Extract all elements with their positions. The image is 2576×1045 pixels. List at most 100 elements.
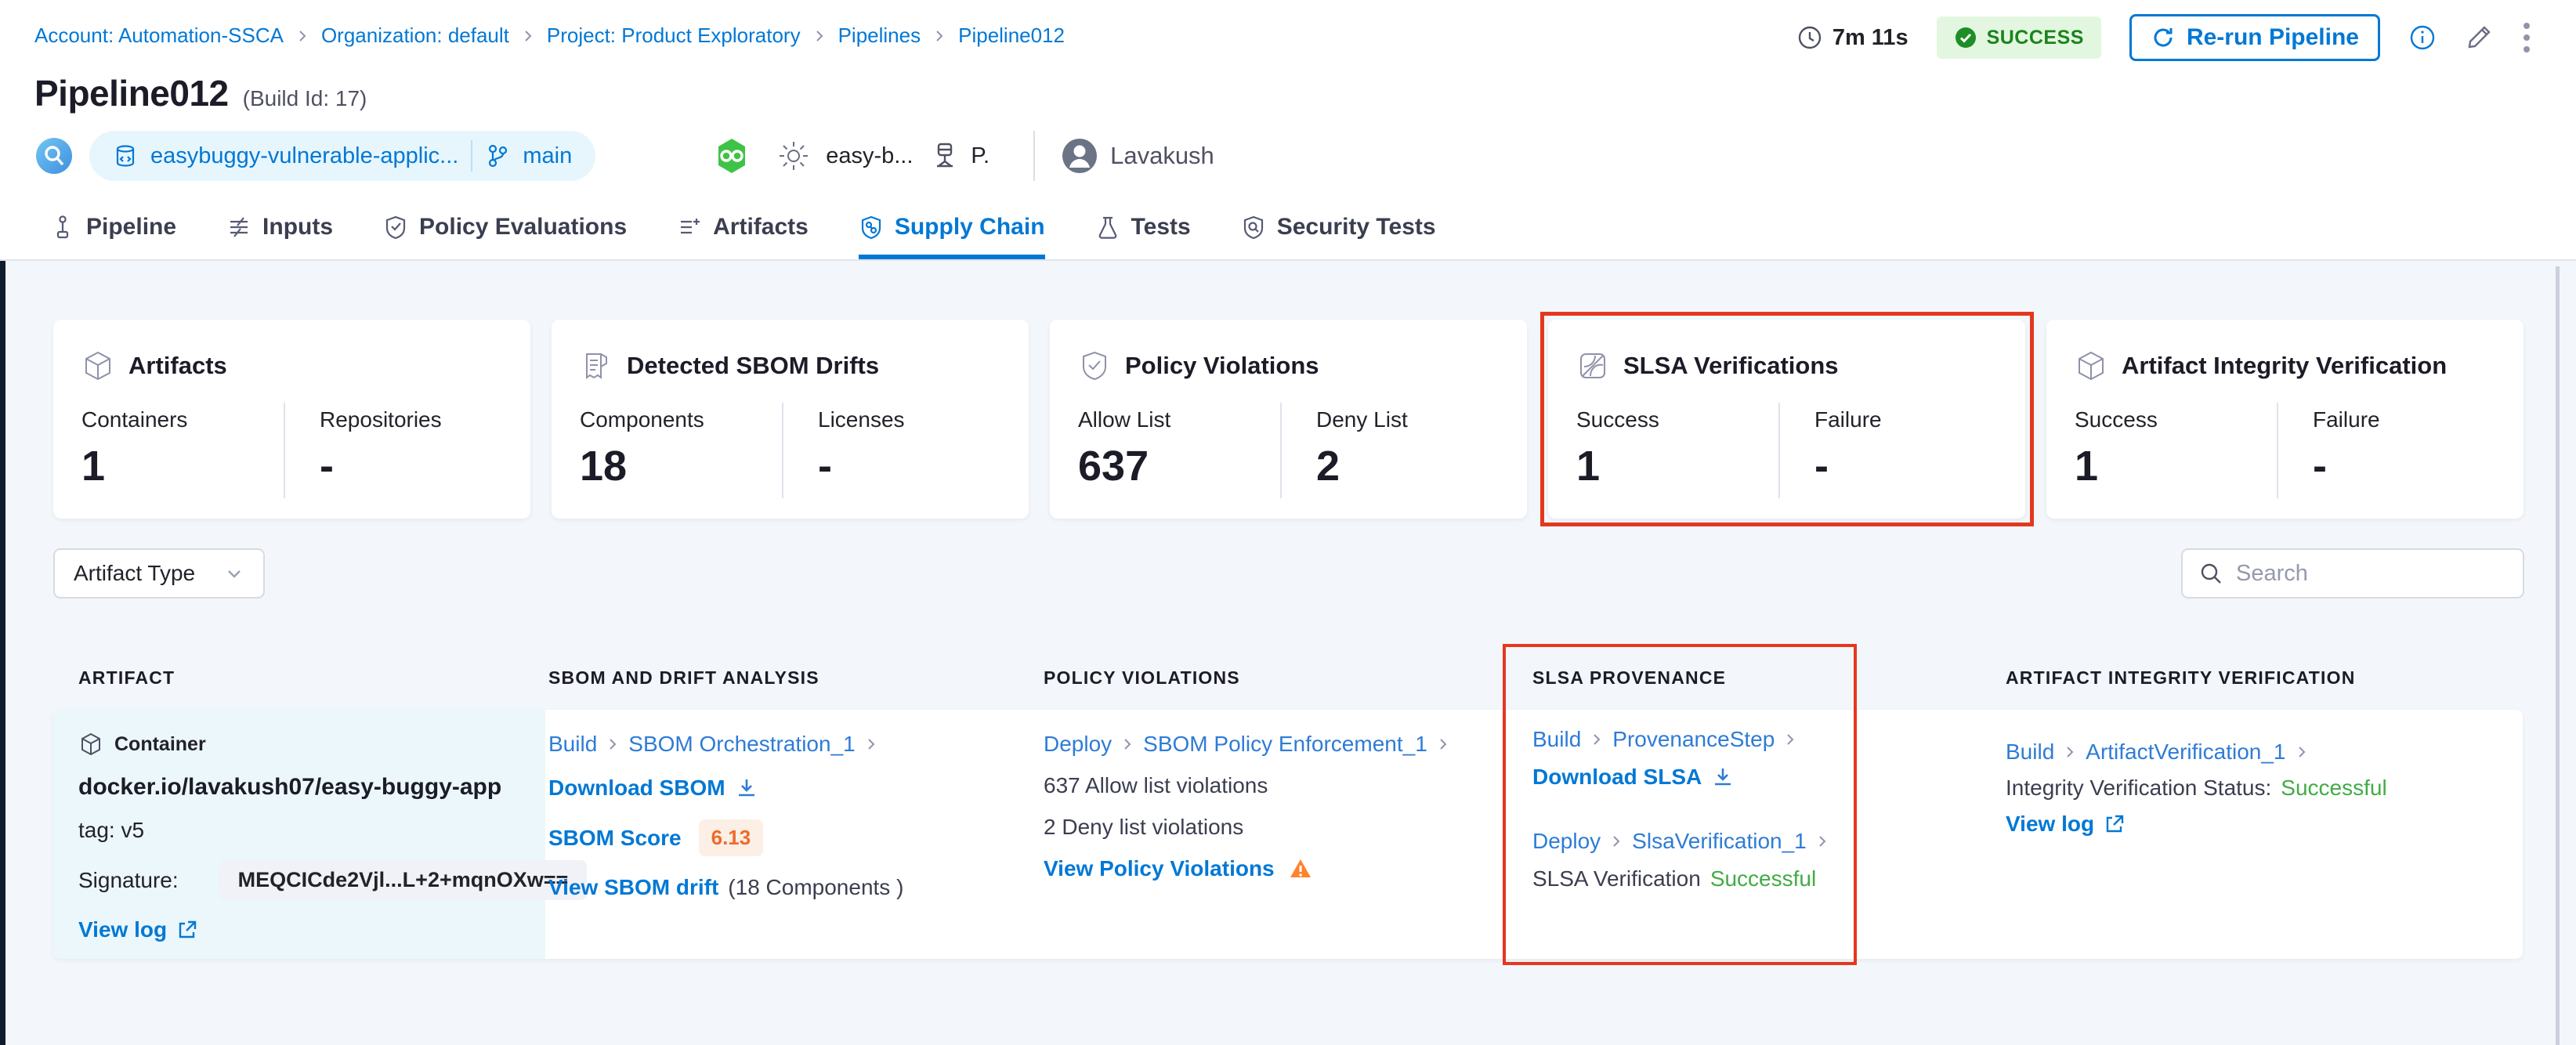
stat-value: 637 (1078, 443, 1149, 490)
edit-pencil-icon[interactable] (2465, 24, 2493, 52)
repo-branch-pill[interactable]: easybuggy-vulnerable-applic... main (89, 131, 596, 181)
download-slsa-link[interactable]: Download SLSA (1532, 765, 1702, 790)
stat-label: Success (1576, 407, 1659, 432)
shield-check-icon (1083, 351, 1106, 381)
col-header-slsa: SLSA PROVENANCE (1532, 667, 1727, 688)
tab-pipeline[interactable]: Pipeline (50, 214, 176, 259)
col-header-policy: POLICY VIOLATIONS (1044, 667, 1240, 688)
card-policy-violations: Policy Violations Allow List 637 Deny Li… (1050, 320, 1527, 519)
stat-label: Repositories (320, 407, 442, 432)
chevron-right-icon (1440, 739, 1447, 750)
check-circle-icon (1955, 27, 1976, 48)
repository-icon (116, 145, 135, 167)
tab-policy-evaluations[interactable]: Policy Evaluations (383, 214, 627, 259)
pill-divider (471, 140, 473, 172)
trigger-webhook-icon (718, 139, 746, 173)
stat-value: 18 (580, 443, 628, 490)
stat-label: Success (2075, 407, 2158, 432)
artifact-image-name: docker.io/lavakush07/easy-buggy-app (78, 774, 502, 800)
tab-security-tests[interactable]: Security Tests (1241, 214, 1436, 259)
view-log-link[interactable]: View log (78, 917, 167, 942)
meta-divider (1033, 131, 1036, 181)
triggered-by-user: Lavakush (1110, 142, 1214, 169)
stage-link[interactable]: Deploy (1044, 732, 1112, 757)
supply-chain-icon (861, 215, 881, 240)
cell-sbom-drift: Build SBOM Orchestration_1 Download SBOM… (548, 732, 903, 900)
rerun-pipeline-button[interactable]: Re-run Pipeline (2129, 14, 2380, 61)
repo-name: easybuggy-vulnerable-applic... (150, 143, 459, 168)
deny-list-violations: 2 Deny list violations (1044, 815, 1244, 839)
stat-value: - (2313, 443, 2327, 490)
collapsed-left-nav[interactable] (0, 261, 5, 1045)
step-link[interactable]: SlsaVerification_1 (1632, 829, 1807, 854)
slsa-verification-status: Successful (1709, 866, 1817, 891)
more-options-icon[interactable] (2521, 20, 2532, 55)
cell-slsa-provenance: Build ProvenanceStep Download SLSA Deplo… (1532, 727, 1830, 891)
view-log-link[interactable]: View log (2006, 812, 2094, 837)
card-slsa-verifications: SLSA Verifications Success 1 Failure - (1548, 320, 2025, 519)
chevron-right-icon (816, 30, 823, 42)
step-link[interactable]: SBOM Orchestration_1 (628, 732, 855, 757)
chevron-right-icon (2298, 747, 2305, 758)
artifact-type-dropdown[interactable]: Artifact Type (53, 548, 265, 598)
sbom-score-link[interactable]: SBOM Score (548, 826, 682, 851)
step-link[interactable]: ArtifactVerification_1 (2086, 739, 2285, 765)
stat-label: Licenses (818, 407, 905, 432)
view-sbom-drift-link[interactable]: View SBOM drift (548, 875, 718, 900)
col-header-sbom: SBOM AND DRIFT ANALYSIS (548, 667, 819, 688)
signature-value[interactable]: MEQCICde2Vjl...L+2+mqnOXw== (219, 860, 588, 900)
vertical-scrollbar[interactable] (2556, 266, 2560, 1045)
refresh-icon (2154, 28, 2173, 47)
stat-value: - (1814, 443, 1829, 490)
stat-label: Failure (1814, 407, 1882, 432)
search-input[interactable] (2236, 560, 2507, 587)
info-icon[interactable] (2408, 24, 2437, 52)
view-policy-violations-link[interactable]: View Policy Violations (1044, 856, 1275, 881)
tab-supply-chain[interactable]: Supply Chain (858, 214, 1045, 259)
stat-value: 1 (81, 443, 106, 490)
signature-label: Signature: (78, 867, 179, 892)
card-divider (1778, 403, 1780, 498)
chevron-right-icon (1787, 734, 1794, 745)
git-branch-icon (489, 144, 508, 168)
tab-inputs[interactable]: Inputs (226, 214, 333, 259)
container-cube-icon (81, 732, 100, 756)
chevron-right-icon (2067, 747, 2074, 758)
artifact-type-label: Container (114, 732, 206, 755)
chevron-right-icon (1819, 836, 1826, 847)
sbom-document-icon (586, 353, 607, 379)
card-sbom-drifts: Detected SBOM Drifts Components 18 Licen… (552, 320, 1029, 519)
stage-link[interactable]: Build (2006, 739, 2054, 765)
stat-label: Components (580, 407, 704, 432)
page-header: Account: Automation-SSCA Organization: d… (0, 0, 2576, 261)
tab-tests[interactable]: Tests (1095, 214, 1191, 259)
stage-link[interactable]: Deploy (1532, 829, 1601, 854)
download-icon (738, 779, 754, 797)
service-icon (937, 143, 953, 168)
inputs-icon (230, 217, 248, 237)
chevron-right-icon (868, 739, 875, 750)
breadcrumb-pipeline012[interactable]: Pipeline012 (958, 24, 1065, 48)
stage-link[interactable]: Build (548, 732, 597, 757)
cube-icon (85, 351, 110, 381)
breadcrumb-pipelines[interactable]: Pipelines (838, 24, 921, 48)
cell-policy-violations: Deploy SBOM Policy Enforcement_1 637 All… (1044, 732, 1451, 881)
user-avatar (1062, 139, 1098, 173)
trigger-pipeline-name: easy-b... (826, 143, 914, 168)
breadcrumb-account[interactable]: Account: Automation-SSCA (34, 24, 284, 48)
breadcrumb-project[interactable]: Project: Product Exploratory (547, 24, 801, 48)
download-sbom-link[interactable]: Download SBOM (548, 776, 725, 801)
tests-flask-icon (1098, 216, 1116, 239)
stat-value: - (320, 443, 334, 490)
stage-link[interactable]: Build (1532, 727, 1581, 752)
cube-icon (2079, 351, 2104, 381)
step-link[interactable]: SBOM Policy Enforcement_1 (1143, 732, 1427, 757)
breadcrumb: Account: Automation-SSCA Organization: d… (34, 24, 1065, 48)
stat-label: Failure (2313, 407, 2380, 432)
breadcrumb-organization[interactable]: Organization: default (321, 24, 509, 48)
stat-label: Allow List (1078, 407, 1171, 432)
tab-artifacts[interactable]: Artifacts (677, 214, 809, 259)
tab-bar: Pipeline Inputs Policy Evaluations Artif… (50, 208, 1436, 259)
page-title: Pipeline012 (34, 73, 229, 114)
step-link[interactable]: ProvenanceStep (1612, 727, 1775, 752)
